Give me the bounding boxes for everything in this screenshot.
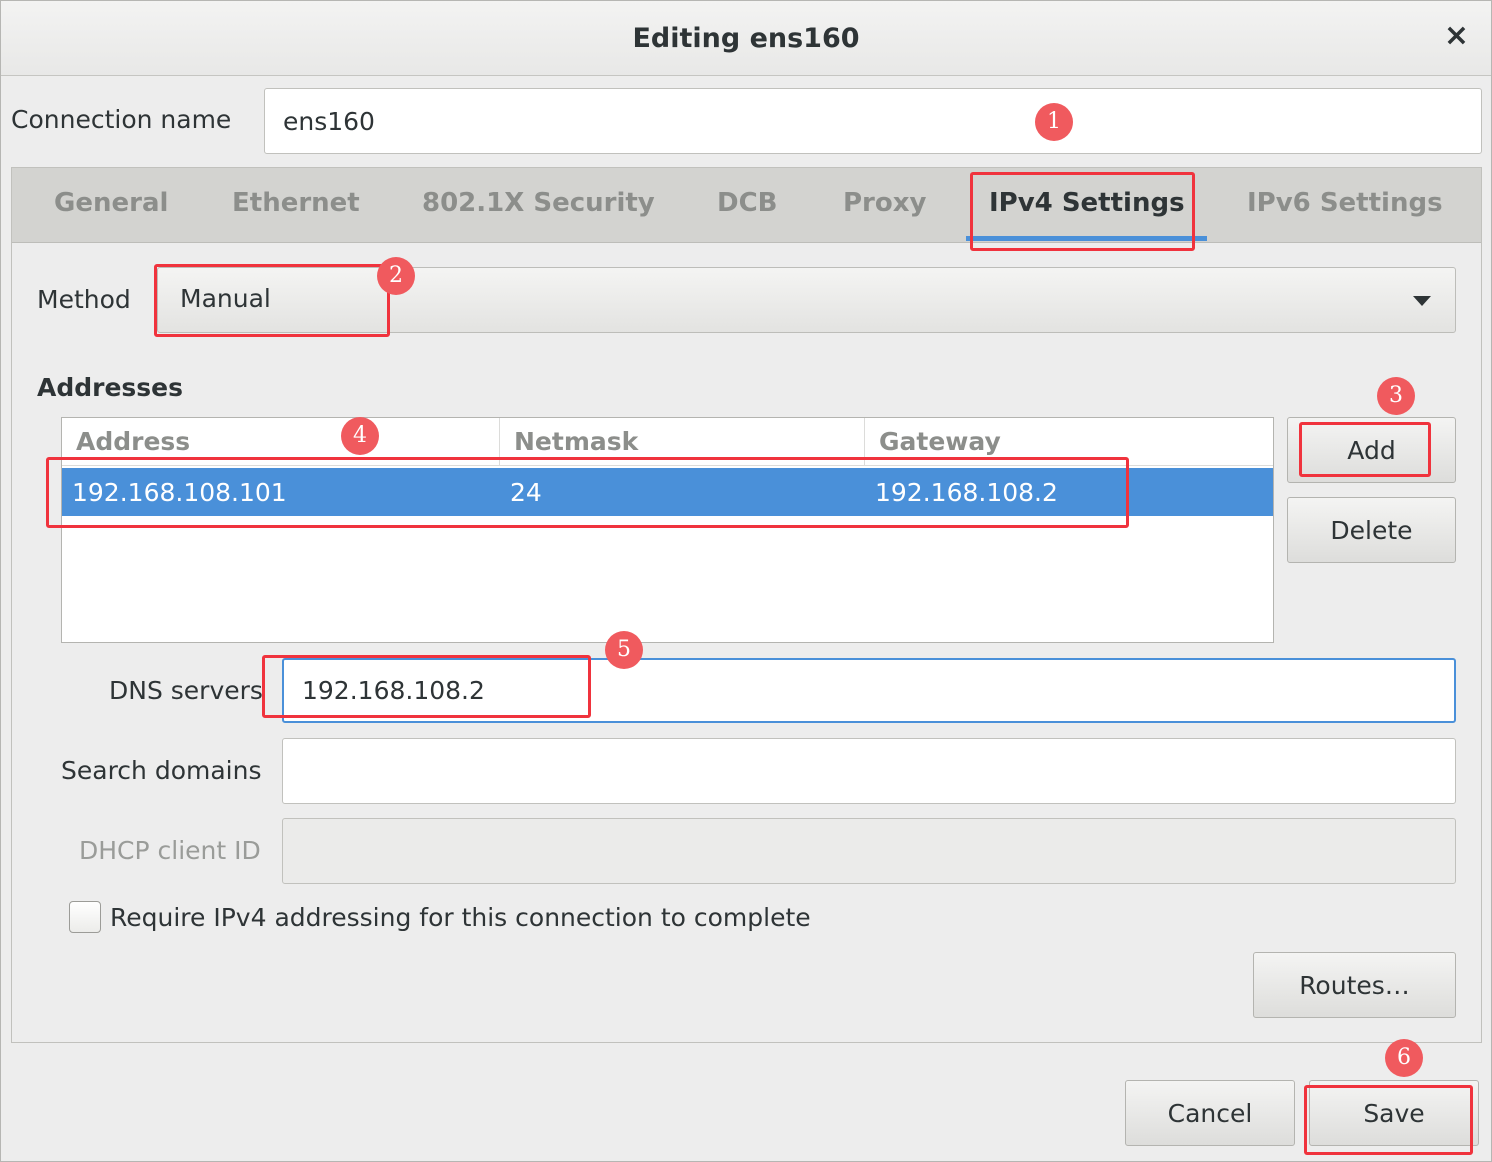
annotation-marker-4: 4 <box>341 417 379 455</box>
annotation-marker-6: 6 <box>1385 1039 1423 1077</box>
tab-proxy[interactable]: Proxy <box>843 188 926 218</box>
annotation-marker-1: 1 <box>1035 103 1073 141</box>
annotation-box-method <box>154 264 390 337</box>
annotation-box-dns <box>262 655 591 718</box>
edit-connection-dialog: Editing ens160 × Connection name ens160 … <box>0 0 1492 1162</box>
search-domains-input[interactable] <box>282 738 1456 804</box>
connection-name-input[interactable]: ens160 <box>264 88 1482 154</box>
chevron-down-icon <box>1413 296 1431 306</box>
annotation-marker-2: 2 <box>377 257 415 295</box>
annotation-box-address-row <box>46 457 1129 528</box>
tab-bar: General Ethernet 802.1X Security DCB Pro… <box>12 168 1481 243</box>
addresses-heading: Addresses <box>37 373 184 402</box>
dhcp-client-id-label: DHCP client ID <box>79 836 261 865</box>
routes-button[interactable]: Routes… <box>1253 952 1456 1018</box>
dialog-title: Editing ens160 <box>632 23 860 54</box>
annotation-marker-5: 5 <box>605 631 643 669</box>
cancel-button[interactable]: Cancel <box>1125 1080 1295 1146</box>
method-label: Method <box>37 285 131 314</box>
tab-ethernet[interactable]: Ethernet <box>232 188 360 218</box>
dhcp-client-id-input <box>282 818 1456 884</box>
tab-8021x-security[interactable]: 802.1X Security <box>422 188 655 218</box>
addresses-table: Address Netmask Gateway 192.168.108.101 … <box>61 417 1274 643</box>
tab-ipv6-settings[interactable]: IPv6 Settings <box>1247 188 1443 218</box>
tab-general[interactable]: General <box>54 188 168 218</box>
connection-name-label: Connection name <box>11 105 232 134</box>
annotation-box-add <box>1299 422 1431 477</box>
title-bar: Editing ens160 × <box>1 1 1491 76</box>
close-icon[interactable]: × <box>1444 21 1469 51</box>
require-ipv4-label[interactable]: Require IPv4 addressing for this connect… <box>110 903 811 932</box>
annotation-box-ipv4-tab <box>970 172 1195 251</box>
annotation-box-save <box>1304 1085 1473 1155</box>
annotation-marker-3: 3 <box>1377 377 1415 415</box>
delete-button[interactable]: Delete <box>1287 497 1456 563</box>
search-domains-label: Search domains <box>61 756 262 785</box>
dns-servers-label: DNS servers <box>109 676 263 705</box>
require-ipv4-checkbox[interactable] <box>69 901 101 933</box>
connection-name-value: ens160 <box>283 106 375 136</box>
tab-dcb[interactable]: DCB <box>717 188 777 218</box>
